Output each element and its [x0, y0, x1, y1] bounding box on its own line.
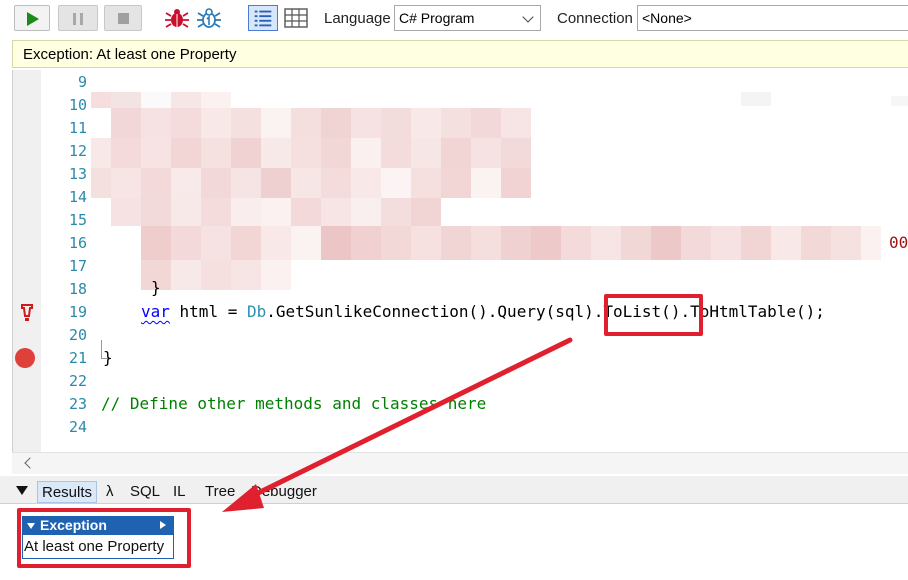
- code-line-18: }: [151, 278, 161, 297]
- highlight-box-result: [17, 508, 191, 568]
- line-number: 19: [68, 303, 87, 321]
- line-number: 16: [68, 234, 87, 252]
- tab-tree[interactable]: Tree: [201, 481, 239, 503]
- code-fragment: 00: [889, 233, 908, 252]
- language-select[interactable]: C# Program: [394, 5, 541, 31]
- results-tab-bar: Results λ SQL IL Tree Debugger: [0, 476, 908, 504]
- rich-text-view-icon[interactable]: [248, 5, 278, 31]
- horizontal-scrollbar[interactable]: [12, 452, 908, 474]
- connection-value: <None>: [642, 10, 692, 26]
- exception-bar: Exception: At least one Property: [12, 40, 908, 68]
- line-number: 20: [68, 326, 87, 344]
- stop-button[interactable]: [104, 5, 142, 31]
- code-comment: // Define other methods and classes here: [101, 394, 487, 413]
- tab-lambda[interactable]: λ: [102, 481, 118, 503]
- play-icon: [27, 12, 39, 26]
- code-keyword: var: [141, 302, 170, 321]
- line-number: 14: [68, 188, 87, 206]
- exception-marker-icon: [21, 304, 33, 321]
- line-number: 22: [68, 372, 87, 390]
- toolbar: Language C# Program Connection <None>: [0, 0, 908, 36]
- collapse-results-icon[interactable]: [16, 486, 28, 495]
- line-number: 21: [68, 349, 87, 367]
- grid-view-icon[interactable]: [283, 6, 309, 30]
- code-editor[interactable]: 9 10 11 12 13 14 15 16 17 18 19 20 21 22…: [12, 70, 908, 452]
- line-number: 24: [68, 418, 87, 436]
- fold-guide: [101, 340, 102, 358]
- connection-label: Connection: [557, 10, 633, 27]
- tab-results[interactable]: Results: [37, 481, 98, 503]
- code-text: .GetSunlikeConnection().Query(sql).ToLis…: [266, 302, 825, 321]
- language-value: C# Program: [399, 10, 475, 26]
- line-number: 18: [68, 280, 87, 298]
- line-number: 12: [68, 142, 87, 160]
- run-button[interactable]: [14, 5, 50, 31]
- stop-icon: [118, 13, 129, 24]
- line-number: 10: [68, 96, 87, 114]
- highlight-box-tolist: [604, 294, 703, 336]
- pause-button[interactable]: [58, 5, 98, 31]
- line-number: 9: [77, 73, 87, 91]
- connection-select[interactable]: <None>: [637, 5, 908, 31]
- tab-il[interactable]: IL: [169, 481, 190, 503]
- editor-margin: [13, 70, 41, 452]
- pause-icon: [73, 13, 83, 25]
- code-line-21: }: [103, 348, 113, 367]
- tab-debugger[interactable]: Debugger: [247, 481, 321, 503]
- line-number: 23: [68, 395, 87, 413]
- chevron-down-icon: [522, 11, 534, 23]
- exception-bar-text: Exception: At least one Property: [23, 46, 237, 63]
- code-line-19: var html = Db.GetSunlikeConnection().Que…: [141, 302, 825, 321]
- line-number: 17: [68, 257, 87, 275]
- line-number: 15: [68, 211, 87, 229]
- line-number: 11: [68, 119, 87, 137]
- bug-icon[interactable]: [164, 6, 190, 30]
- bug-step-icon[interactable]: [196, 6, 222, 30]
- redacted-code-block: [91, 92, 908, 290]
- code-class: Db: [246, 302, 267, 321]
- scroll-left-icon[interactable]: [24, 457, 36, 469]
- tab-sql[interactable]: SQL: [126, 481, 164, 503]
- breakpoint-icon[interactable]: [15, 348, 35, 368]
- language-label: Language: [324, 10, 391, 27]
- line-number: 13: [68, 165, 87, 183]
- code-text: html =: [169, 302, 247, 321]
